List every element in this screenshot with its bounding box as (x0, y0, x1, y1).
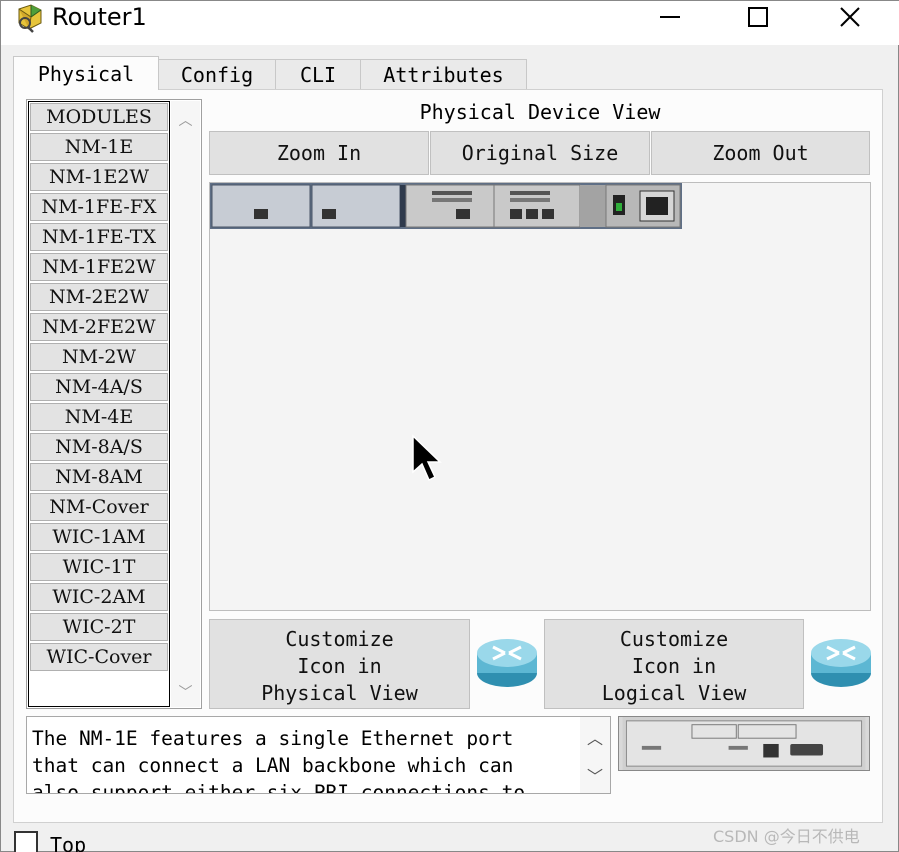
customize-icon-physical-view-button[interactable]: Customize Icon in Physical View (209, 619, 470, 709)
module-list-item[interactable]: NM-1FE2W (30, 253, 168, 281)
customize-logical-line-2: Icon in (631, 654, 717, 678)
router-icon (811, 639, 871, 687)
module-list-item[interactable]: NM-8A/S (30, 433, 168, 461)
minimize-button[interactable] (647, 1, 693, 33)
module-description-box[interactable]: The NM-1E features a single Ethernet por… (26, 716, 611, 794)
top-checkbox-label: Top (50, 833, 87, 852)
router-icon (477, 639, 537, 687)
module-list-item[interactable]: WIC-1AM (30, 523, 168, 551)
mouse-cursor-icon (412, 434, 442, 482)
maximize-icon (748, 7, 768, 27)
zoom-out-button[interactable]: Zoom Out (651, 131, 870, 175)
module-list-item[interactable]: NM-4A/S (30, 373, 168, 401)
module-list-item[interactable]: NM-Cover (30, 493, 168, 521)
router-config-window: Router1 Physical Config CLI Attributes M… (0, 0, 899, 852)
window-title: Router1 (52, 3, 147, 31)
module-list-item[interactable]: NM-4E (30, 403, 168, 431)
tab-cli[interactable]: CLI (275, 59, 361, 89)
maximize-button[interactable] (735, 1, 781, 33)
module-list-item[interactable]: NM-1FE-FX (30, 193, 168, 221)
minimize-icon (660, 16, 680, 18)
top-checkbox[interactable] (14, 831, 38, 852)
module-list-item[interactable]: NM-2W (30, 343, 168, 371)
original-size-button[interactable]: Original Size (430, 131, 650, 175)
title-bar: Router1 (1, 1, 899, 45)
module-preview-image (618, 716, 870, 771)
module-list-item[interactable]: WIC-2AM (30, 583, 168, 611)
customize-physical-line-1: Customize (285, 627, 394, 651)
modules-list-items: MODULES NM-1E NM-1E2W NM-1FE-FX NM-1FE-TX NM-… (28, 101, 170, 707)
tab-config[interactable]: Config (158, 59, 276, 89)
module-list-item[interactable]: NM-1FE-TX (30, 223, 168, 251)
description-scrollbar[interactable]: ︿ ﹀ (580, 717, 610, 793)
module-list-item[interactable]: NM-2E2W (30, 283, 168, 311)
customize-physical-line-3: Physical View (261, 681, 418, 705)
watermark-text: CSDN @今日不供电 (713, 827, 860, 846)
module-list-item[interactable]: NM-2FE2W (30, 313, 168, 341)
close-button[interactable] (827, 1, 873, 33)
scroll-up-icon[interactable]: ︿ (580, 723, 610, 751)
modules-list[interactable]: MODULES NM-1E NM-1E2W NM-1FE-FX NM-1FE-TX NM-… (26, 99, 202, 709)
module-list-item[interactable]: WIC-Cover (30, 643, 168, 671)
customize-logical-line-3: Logical View (601, 681, 747, 705)
customize-logical-line-1: Customize (619, 627, 729, 651)
module-list-item[interactable]: MODULES (30, 103, 168, 131)
zoom-in-button[interactable]: Zoom In (209, 131, 429, 175)
tab-physical[interactable]: Physical (13, 56, 159, 90)
module-list-item[interactable]: NM-1E (30, 133, 168, 161)
physical-device-view-canvas[interactable] (209, 182, 871, 611)
module-list-item[interactable]: WIC-1T (30, 553, 168, 581)
customize-icon-logical-view-button[interactable]: Customize Icon in Logical View (544, 619, 804, 709)
scroll-down-icon[interactable]: ﹀ (580, 761, 610, 789)
physical-device-view-label: Physical Device View (419, 100, 661, 124)
router-chassis-image[interactable] (210, 183, 682, 229)
tab-attributes[interactable]: Attributes (360, 59, 527, 89)
module-list-item[interactable]: NM-8AM (30, 463, 168, 491)
packet-tracer-app-icon (18, 4, 42, 33)
scroll-down-icon[interactable]: ﹀ (171, 679, 200, 705)
scroll-up-icon[interactable]: ︿ (171, 107, 200, 133)
close-icon (840, 7, 860, 27)
module-description-text: The NM-1E features a single Ethernet por… (32, 727, 526, 794)
modules-scrollbar[interactable]: ︿ ﹀ (171, 101, 200, 707)
module-list-item[interactable]: NM-1E2W (30, 163, 168, 191)
customize-physical-line-2: Icon in (297, 654, 382, 678)
module-list-item[interactable]: WIC-2T (30, 613, 168, 641)
